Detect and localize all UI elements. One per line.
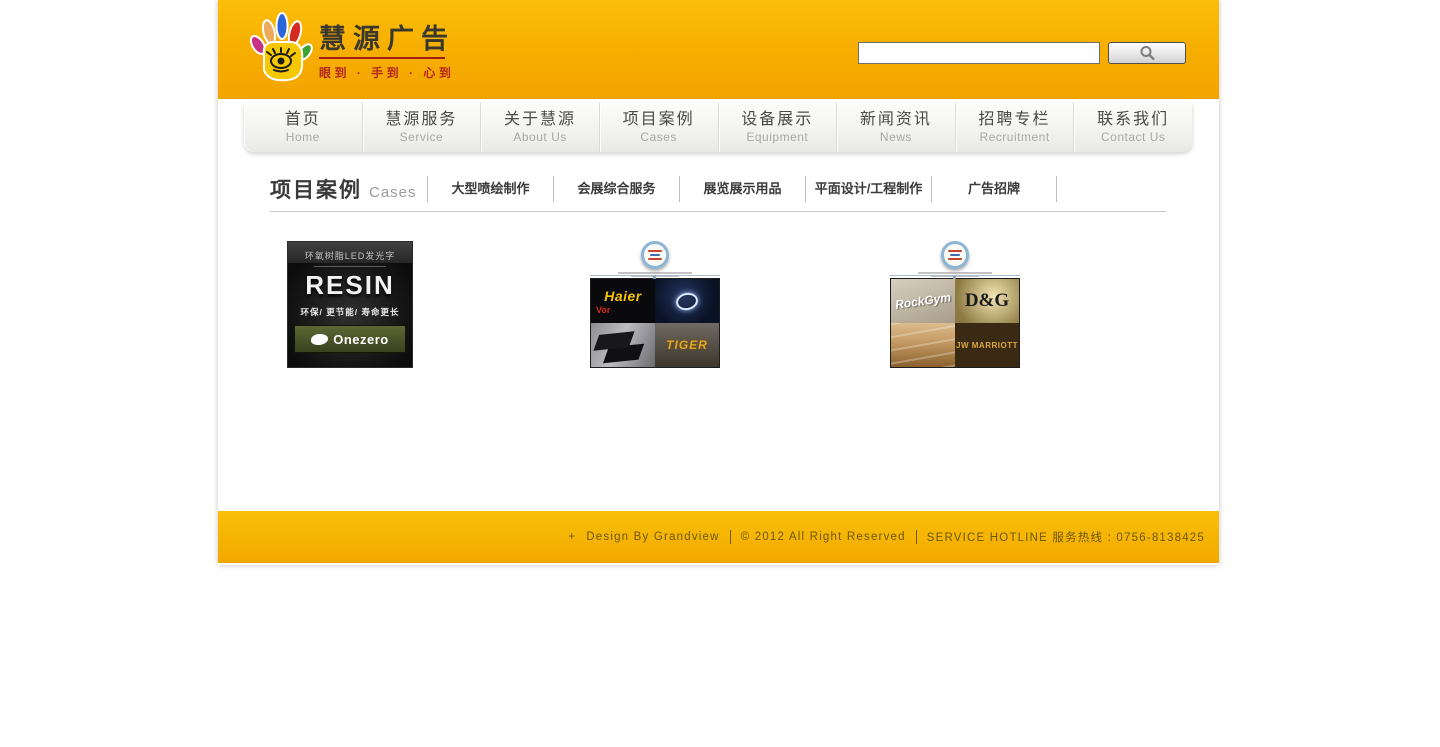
poster-heading: 环氧树脂LED发光字 [288, 242, 412, 263]
nav-item-about[interactable]: 关于慧源 About Us [481, 103, 600, 152]
page-container: 慧源广告 眼到 · 手到 · 心到 首页 Home 慧源服务 Service 关… [218, 0, 1219, 565]
certificate-badge-icon [641, 241, 669, 269]
onezero-wordmark: Onezero [333, 332, 389, 347]
footer-text-row: + Design By Grandview © 2012 All Right R… [568, 511, 1205, 563]
nav-label-en: Cases [640, 130, 677, 144]
nav-label-en: Equipment [746, 130, 808, 144]
nav-label-zh: 关于慧源 [504, 111, 576, 129]
nav-item-contact[interactable]: 联系我们 Contact Us [1074, 103, 1192, 152]
main-navigation: 首页 Home 慧源服务 Service 关于慧源 About Us 项目案例 … [244, 103, 1192, 152]
service-hotline: SERVICE HOTLINE 服务热线 : 0756-8138425 [927, 529, 1205, 545]
magnifier-icon [1137, 45, 1157, 61]
poster-resin-title: RESIN [288, 270, 412, 301]
nav-item-news[interactable]: 新闻资讯 News [837, 103, 956, 152]
nav-label-en: Home [286, 130, 320, 144]
company-logo[interactable] [248, 12, 314, 90]
site-header: 慧源广告 眼到 · 手到 · 心到 [218, 0, 1219, 99]
onezero-bird-icon [311, 334, 328, 345]
neon-ring-icon [674, 290, 699, 311]
poster-features: 环保/ 更节能/ 寿命更长 [288, 306, 412, 318]
brand-tagline: 眼到 · 手到 · 心到 [319, 64, 455, 81]
footer-separator [916, 530, 917, 544]
nav-label-en: About Us [513, 130, 566, 144]
nav-label-en: Contact Us [1101, 130, 1165, 144]
category-link-signboard[interactable]: 广告招牌 [931, 176, 1057, 202]
case-photo-rockgym: RockGym [891, 279, 955, 323]
brand-name: 慧源广告 [319, 24, 455, 54]
brand-block: 慧源广告 眼到 · 手到 · 心到 [319, 24, 455, 81]
nav-label-en: News [880, 130, 912, 144]
nav-label-zh: 联系我们 [1097, 111, 1169, 129]
page-title-zh: 项目案例 [270, 174, 362, 204]
case-photo-jw-marriott: JW MARRIOTT [955, 323, 1019, 367]
design-credit: Design By Grandview [586, 531, 719, 543]
site-footer: + Design By Grandview © 2012 All Right R… [218, 511, 1219, 563]
nav-label-zh: 新闻资讯 [860, 111, 932, 129]
nav-label-zh: 首页 [285, 111, 321, 129]
page-title: 项目案例 Cases [270, 174, 427, 204]
photo-collage: RockGym D&G JW MARRIOTT [890, 278, 1020, 368]
nav-label-zh: 项目案例 [623, 111, 695, 129]
certificate-header [890, 241, 1020, 278]
case-photo-haier: Haier Vor [591, 279, 655, 323]
category-link-design-engineering[interactable]: 平面设计/工程制作 [805, 176, 931, 202]
nav-label-zh: 招聘专栏 [979, 111, 1051, 129]
copyright-text: © 2012 All Right Reserved [741, 531, 906, 543]
nav-item-service[interactable]: 慧源服务 Service [363, 103, 482, 152]
category-link-exhibition-service[interactable]: 会展综合服务 [553, 176, 679, 202]
certificate-badge-icon [941, 241, 969, 269]
category-link-inkjet[interactable]: 大型喷绘制作 [427, 176, 553, 202]
nav-item-recruitment[interactable]: 招聘专栏 Recruitment [956, 103, 1075, 152]
caption-line [618, 272, 692, 274]
certificate-header [590, 241, 720, 278]
case-item-resin-led[interactable]: 环氧树脂LED发光字 RESIN 环保/ 更节能/ 寿命更长 Onezero [287, 241, 413, 368]
caption-line [918, 272, 992, 274]
search-button[interactable] [1108, 42, 1186, 64]
onezero-logo: Onezero [294, 325, 406, 353]
footer-separator [730, 530, 731, 544]
cases-header-bar: 项目案例 Cases 大型喷绘制作 会展综合服务 展览展示用品 平面设计/工程制… [270, 174, 1166, 204]
hand-eye-logo-icon [248, 12, 314, 90]
case-photo-channel-letters [591, 323, 655, 367]
case-photo-lexus-neon [655, 279, 719, 323]
case-photo-tiger: TIGER [655, 323, 719, 367]
plus-icon: + [568, 531, 576, 543]
nav-label-zh: 设备展示 [741, 111, 813, 129]
case-item-signage-collage-1[interactable]: Haier Vor TIGER [590, 241, 720, 368]
nav-item-cases[interactable]: 项目案例 Cases [600, 103, 719, 152]
page-title-en: Cases [369, 184, 417, 201]
search-input[interactable] [858, 42, 1100, 64]
category-link-display-supplies[interactable]: 展览展示用品 [679, 176, 805, 202]
nav-item-equipment[interactable]: 设备展示 Equipment [719, 103, 838, 152]
case-item-signage-collage-2[interactable]: RockGym D&G JW MARRIOTT [890, 241, 1020, 368]
nav-item-home[interactable]: 首页 Home [244, 103, 363, 152]
brand-underline [319, 57, 445, 59]
nav-label-en: Recruitment [979, 130, 1049, 144]
caption-divider [590, 275, 720, 276]
case-photo-wood-letters [891, 323, 955, 367]
caption-divider [890, 275, 1020, 276]
photo-collage: Haier Vor TIGER [590, 278, 720, 368]
nav-label-zh: 慧源服务 [385, 111, 457, 129]
section-divider [270, 211, 1166, 212]
nav-label-en: Service [400, 130, 444, 144]
case-photo-dg: D&G [955, 279, 1019, 323]
